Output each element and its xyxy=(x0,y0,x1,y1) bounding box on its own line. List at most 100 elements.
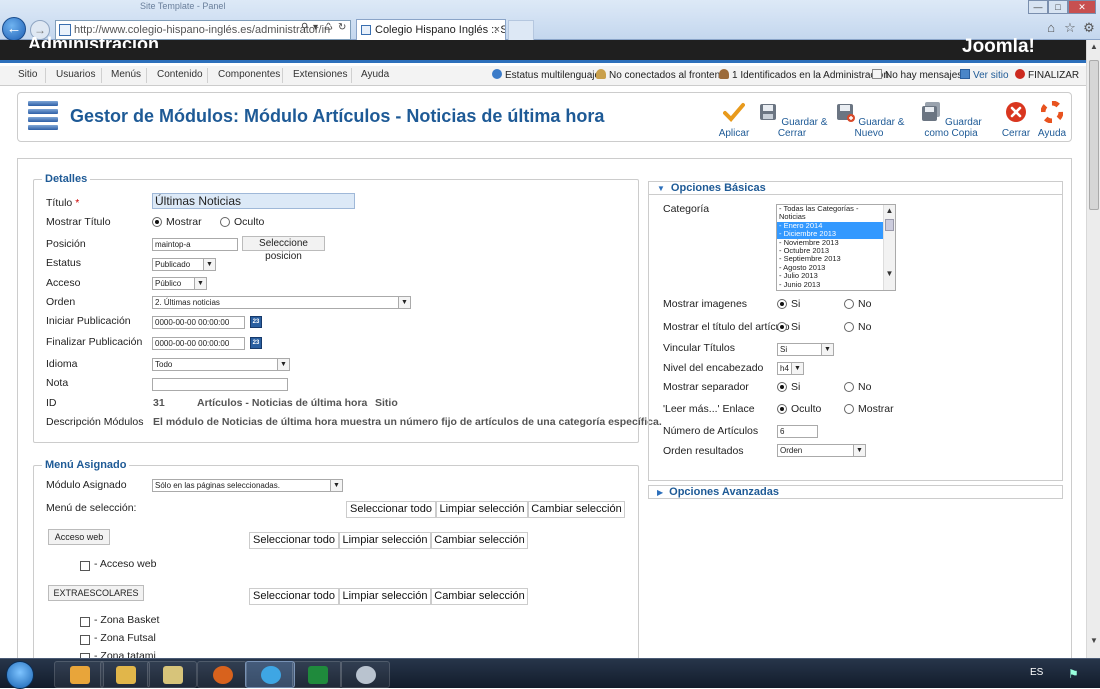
excel-task[interactable] xyxy=(292,661,342,688)
clear-selection-button[interactable]: Limpiar selección xyxy=(436,501,528,518)
end-publishing-input[interactable]: 0000-00-00 00:00:00 xyxy=(152,337,245,350)
tray-icon[interactable]: ⚑ xyxy=(1068,667,1082,681)
logout-link[interactable]: FINALIZAR xyxy=(1015,69,1079,81)
menu-ayuda[interactable]: Ayuda xyxy=(361,69,389,80)
page-scrollbar[interactable]: ▲ ▼ xyxy=(1086,40,1100,658)
gear-icon[interactable]: ⚙ xyxy=(1081,20,1097,36)
media-player-task[interactable] xyxy=(54,661,104,688)
outlook-task[interactable] xyxy=(100,661,150,688)
menu-item-checkbox[interactable] xyxy=(80,635,90,645)
app-task[interactable] xyxy=(340,661,390,688)
back-button[interactable]: ← xyxy=(2,17,26,41)
chevron-up-icon[interactable]: ▲ xyxy=(884,205,895,216)
show-article-title-yes-radio[interactable] xyxy=(777,322,787,332)
close-icon[interactable]: ✕ xyxy=(1068,0,1096,14)
select-all-button[interactable]: Seleccionar todo xyxy=(346,501,436,518)
end-publishing-label: Finalizar Publicación xyxy=(46,336,143,348)
new-tab-button[interactable] xyxy=(508,20,534,40)
start-publishing-input[interactable]: 0000-00-00 00:00:00 xyxy=(152,316,245,329)
dropdown-icon[interactable]: ▾ xyxy=(313,22,318,33)
no-label: No xyxy=(858,298,872,310)
scroll-down-icon[interactable]: ▼ xyxy=(1087,634,1100,648)
link-titles-select[interactable]: Si ▼ xyxy=(777,343,834,356)
separator-yes-radio[interactable] xyxy=(777,382,787,392)
toggle-selection-button[interactable]: Cambiar selección xyxy=(528,501,625,518)
view-site-link[interactable]: Ver sitio xyxy=(960,69,1009,81)
menu-extensiones[interactable]: Extensiones xyxy=(293,69,347,80)
show-article-title-no-radio[interactable] xyxy=(844,322,854,332)
access-select[interactable]: Público ▼ xyxy=(152,277,207,290)
order-select[interactable]: 2. Últimas noticias ▼ xyxy=(152,296,411,309)
select-all-button[interactable]: Seleccionar todo xyxy=(249,532,339,549)
multilang-status[interactable]: Estatus multilenguaje xyxy=(492,69,600,81)
close-button[interactable]: Cerrar xyxy=(1000,101,1032,139)
menu-menus[interactable]: Menús xyxy=(111,69,141,80)
order-results-select[interactable]: Orden ▼ xyxy=(777,444,866,457)
show-images-yes-radio[interactable] xyxy=(777,299,787,309)
list-item[interactable]: - Junio 2013 xyxy=(777,280,883,289)
select-position-button[interactable]: Seleccione posicion xyxy=(242,236,325,262)
menu-item-checkbox[interactable] xyxy=(80,617,90,627)
note-input[interactable] xyxy=(152,378,288,391)
menu-usuarios[interactable]: Usuarios xyxy=(56,69,95,80)
home-icon[interactable]: ⌂ xyxy=(1043,20,1059,36)
save-close-button[interactable]: Guardar & Cerrar xyxy=(756,101,828,139)
save-new-button[interactable]: Guardar & Nuevo xyxy=(833,101,905,139)
apply-button[interactable]: Aplicar xyxy=(712,101,756,139)
scroll-up-icon[interactable]: ▲ xyxy=(1087,40,1100,54)
basic-options-header[interactable]: ▼ Opciones Básicas xyxy=(648,181,1063,195)
clear-selection-button[interactable]: Limpiar selección xyxy=(339,588,431,605)
menu-contenido[interactable]: Contenido xyxy=(157,69,203,80)
tab-close-icon[interactable]: × xyxy=(494,20,500,41)
menu-group-acceso-web[interactable]: Acceso web xyxy=(48,529,110,545)
show-title-radio-show[interactable] xyxy=(152,217,162,227)
calendar-icon[interactable]: 23 xyxy=(250,337,262,349)
category-listbox[interactable]: - Todas las Categorías - Noticias - Ener… xyxy=(776,204,896,291)
menu-componentes[interactable]: Componentes xyxy=(218,69,280,80)
minimize-icon[interactable]: — xyxy=(1028,0,1048,14)
menu-group-extraescolares[interactable]: EXTRAESCOLARES xyxy=(48,585,144,601)
scroll-thumb[interactable] xyxy=(1089,60,1099,210)
firefox-task[interactable] xyxy=(197,661,247,688)
menu-sitio[interactable]: Sitio xyxy=(18,69,37,80)
listbox-scrollbar[interactable]: ▲ ▼ xyxy=(883,205,895,290)
title-input[interactable]: Últimas Noticias xyxy=(152,193,355,209)
clear-selection-button[interactable]: Limpiar selección xyxy=(339,532,431,549)
position-label: Posición xyxy=(46,238,86,250)
select-all-button[interactable]: Seleccionar todo xyxy=(249,588,339,605)
show-images-no-radio[interactable] xyxy=(844,299,854,309)
category-label: Categoría xyxy=(663,203,710,215)
save-copy-button[interactable]: Guardar como Copia xyxy=(911,101,991,139)
messages-status[interactable]: No hay mensajes xyxy=(872,69,962,81)
maximize-icon[interactable]: □ xyxy=(1048,0,1068,14)
explorer-task[interactable] xyxy=(147,661,197,688)
ie-icon xyxy=(261,666,281,684)
ie-task[interactable] xyxy=(245,661,295,688)
browser-tab[interactable]: Colegio Hispano Inglés :: Sa... × xyxy=(356,19,506,41)
toggle-selection-button[interactable]: Cambiar selección xyxy=(431,532,528,549)
toggle-selection-button[interactable]: Cambiar selección xyxy=(431,588,528,605)
start-button[interactable] xyxy=(6,661,34,689)
readmore-hide-radio[interactable] xyxy=(777,404,787,414)
chevron-down-icon[interactable]: ▼ xyxy=(884,268,895,279)
readmore-show-radio[interactable] xyxy=(844,404,854,414)
help-button[interactable]: Ayuda xyxy=(1036,100,1068,139)
show-title-radio-hide[interactable] xyxy=(220,217,230,227)
compat-icon[interactable]: ♺ xyxy=(324,22,333,33)
status-select[interactable]: Publicado ▼ xyxy=(152,258,216,271)
language-indicator[interactable]: ES xyxy=(1030,667,1043,678)
search-icon[interactable]: ⚲ xyxy=(301,22,308,33)
calendar-icon[interactable]: 23 xyxy=(250,316,262,328)
power-icon xyxy=(1015,69,1025,79)
favorites-icon[interactable]: ☆ xyxy=(1062,20,1078,36)
module-assignment-select[interactable]: Sólo en las páginas seleccionadas. ▼ xyxy=(152,479,343,492)
position-input[interactable]: maintop-a xyxy=(152,238,238,251)
heading-level-select[interactable]: h4 ▼ xyxy=(777,362,804,375)
separator-no-radio[interactable] xyxy=(844,382,854,392)
num-articles-input[interactable]: 6 xyxy=(777,425,818,438)
refresh-icon[interactable]: ↻ xyxy=(338,22,346,33)
language-select[interactable]: Todo ▼ xyxy=(152,358,290,371)
scroll-thumb[interactable] xyxy=(885,219,894,231)
advanced-options-header[interactable]: ▶ Opciones Avanzadas xyxy=(648,485,1063,499)
menu-item-checkbox[interactable] xyxy=(80,561,90,571)
